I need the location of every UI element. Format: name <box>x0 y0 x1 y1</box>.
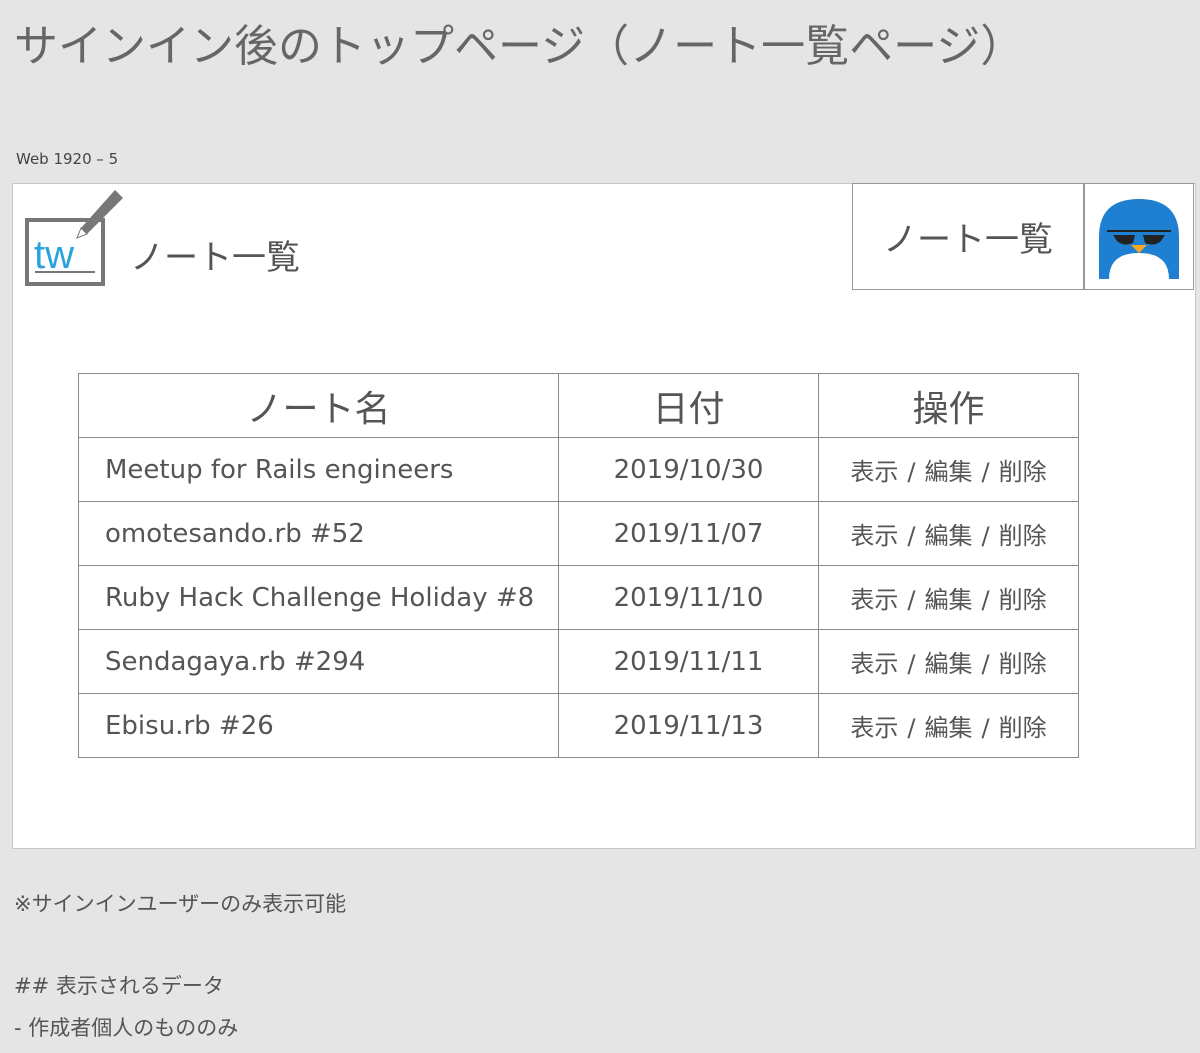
note-actions-cell: 表示 / 編集 / 削除 <box>818 437 1079 502</box>
action-separator: / <box>981 458 990 486</box>
note-name-cell: omotesando.rb #52 <box>78 501 559 566</box>
note-date-cell: 2019/11/07 <box>558 501 819 566</box>
notes-table: ノート名 日付 操作 Meetup for Rails engineers 20… <box>78 373 1079 758</box>
note-date-cell: 2019/10/30 <box>558 437 819 502</box>
show-link[interactable]: 表示 <box>850 650 898 678</box>
note-date-cell: 2019/11/10 <box>558 565 819 630</box>
note-name-cell: Ebisu.rb #26 <box>78 693 559 758</box>
table-row: omotesando.rb #52 2019/11/07 表示 / 編集 / 削除 <box>78 501 1079 566</box>
note-name-cell: Meetup for Rails engineers <box>78 437 559 502</box>
action-separator: / <box>981 650 990 678</box>
note-date-cell: 2019/11/13 <box>558 693 819 758</box>
column-header-actions: 操作 <box>818 373 1079 438</box>
delete-link[interactable]: 削除 <box>999 522 1047 550</box>
note-actions-cell: 表示 / 編集 / 削除 <box>818 501 1079 566</box>
table-row: Ruby Hack Challenge Holiday #8 2019/11/1… <box>78 565 1079 630</box>
table-row: Ebisu.rb #26 2019/11/13 表示 / 編集 / 削除 <box>78 693 1079 758</box>
artboard-label: Web 1920 – 5 <box>16 150 119 168</box>
table-row: Sendagaya.rb #294 2019/11/11 表示 / 編集 / 削除 <box>78 629 1079 694</box>
brand-title: ノート一覧 <box>130 238 300 278</box>
app-logo[interactable]: tw <box>25 186 125 286</box>
show-link[interactable]: 表示 <box>850 458 898 486</box>
page-heading: サインイン後のトップページ（ノート一覧ページ） <box>14 21 1025 72</box>
app-frame: tw ノート一覧 ノート一覧 ノート名 日付 操作 Meetup for Rai… <box>12 183 1196 849</box>
nav-note-list-link[interactable]: ノート一覧 <box>852 183 1084 290</box>
nav-note-list-label: ノート一覧 <box>883 220 1053 260</box>
show-link[interactable]: 表示 <box>850 586 898 614</box>
edit-link[interactable]: 編集 <box>925 458 973 486</box>
table-header-row: ノート名 日付 操作 <box>78 373 1079 438</box>
pencil-note-icon: tw <box>25 190 123 286</box>
delete-link[interactable]: 削除 <box>999 714 1047 742</box>
note-data-heading: ## 表示されるデータ <box>14 974 224 998</box>
note-data-scope: - 作成者個人のもののみ <box>14 1016 239 1040</box>
delete-link[interactable]: 削除 <box>999 586 1047 614</box>
action-separator: / <box>981 586 990 614</box>
note-date-cell: 2019/11/11 <box>558 629 819 694</box>
action-separator: / <box>907 650 916 678</box>
edit-link[interactable]: 編集 <box>925 586 973 614</box>
logo-text: tw <box>34 233 74 277</box>
note-actions-cell: 表示 / 編集 / 削除 <box>818 565 1079 630</box>
action-separator: / <box>907 458 916 486</box>
edit-link[interactable]: 編集 <box>925 522 973 550</box>
show-link[interactable]: 表示 <box>850 522 898 550</box>
table-row: Meetup for Rails engineers 2019/10/30 表示… <box>78 437 1079 502</box>
column-header-note-name: ノート名 <box>78 373 559 438</box>
penguin-avatar-icon <box>1099 198 1179 279</box>
show-link[interactable]: 表示 <box>850 714 898 742</box>
action-separator: / <box>907 586 916 614</box>
action-separator: / <box>907 714 916 742</box>
edit-link[interactable]: 編集 <box>925 650 973 678</box>
note-name-cell: Sendagaya.rb #294 <box>78 629 559 694</box>
user-avatar-button[interactable] <box>1084 183 1194 290</box>
column-header-date: 日付 <box>558 373 819 438</box>
delete-link[interactable]: 削除 <box>999 458 1047 486</box>
note-actions-cell: 表示 / 編集 / 削除 <box>818 629 1079 694</box>
note-name-cell: Ruby Hack Challenge Holiday #8 <box>78 565 559 630</box>
action-separator: / <box>981 522 990 550</box>
note-signin-only: ※サインインユーザーのみ表示可能 <box>14 892 347 916</box>
edit-link[interactable]: 編集 <box>925 714 973 742</box>
action-separator: / <box>907 522 916 550</box>
delete-link[interactable]: 削除 <box>999 650 1047 678</box>
note-actions-cell: 表示 / 編集 / 削除 <box>818 693 1079 758</box>
action-separator: / <box>981 714 990 742</box>
